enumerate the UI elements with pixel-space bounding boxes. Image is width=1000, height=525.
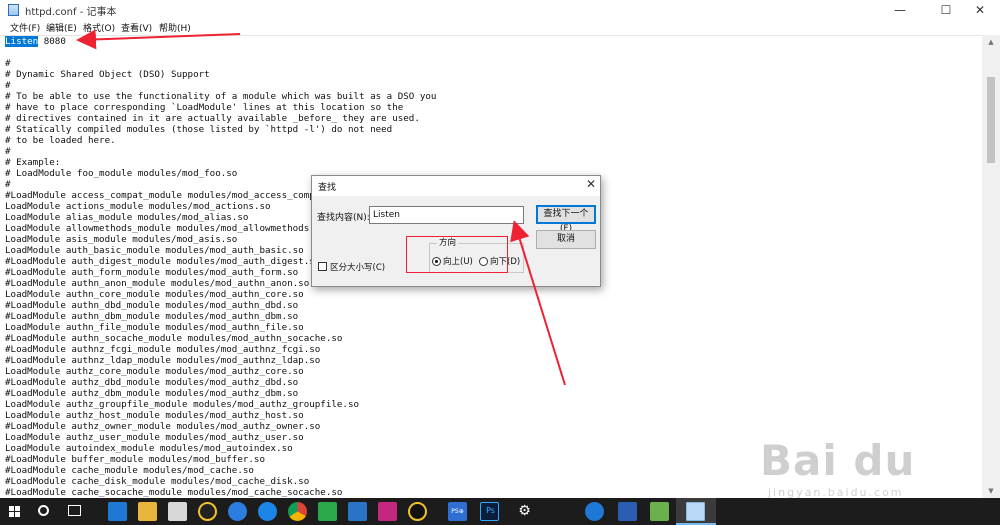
cortana-search-icon[interactable]: [38, 505, 49, 516]
baidu-netdisk-icon[interactable]: [228, 502, 247, 521]
menu-edit[interactable]: 编辑(E): [46, 21, 77, 34]
notepad-taskbar-icon[interactable]: [686, 502, 705, 521]
feishu-icon[interactable]: [258, 502, 277, 521]
window-title: httpd.conf - 记事本: [25, 7, 117, 18]
selected-text: Listen: [5, 36, 39, 47]
notepad-icon: [8, 4, 19, 16]
word-icon[interactable]: [618, 502, 637, 521]
find-dialog-close-icon[interactable]: ✕: [586, 177, 596, 191]
ie-icon[interactable]: [585, 502, 604, 521]
menu-format[interactable]: 格式(O): [83, 21, 115, 34]
find-next-button[interactable]: 查找下一个(F): [536, 205, 596, 234]
vertical-scrollbar[interactable]: ▲: [982, 35, 1000, 498]
menu-view[interactable]: 查看(V): [121, 21, 152, 34]
mail-icon[interactable]: [168, 502, 187, 521]
pm-app-icon[interactable]: PS⊕: [448, 502, 467, 521]
task-view-icon[interactable]: [68, 505, 81, 516]
vscode-icon[interactable]: [348, 502, 367, 521]
scroll-up-arrow-icon[interactable]: ▲: [982, 35, 1000, 49]
find-what-label: 查找内容(N):: [317, 213, 370, 223]
scrollbar-thumb[interactable]: [987, 77, 995, 163]
mediaplayer-icon[interactable]: [318, 502, 337, 521]
baidu-watermark: Bai du jingyan.baidu.com: [760, 436, 960, 506]
settings-gear-icon[interactable]: ⚙: [515, 502, 534, 521]
editor-app-icon[interactable]: [650, 502, 669, 521]
menu-bar: 文件(F) 编辑(E) 格式(O) 查看(V) 帮助(H): [0, 20, 1000, 35]
file-explorer-icon[interactable]: [138, 502, 157, 521]
title-bar: httpd.conf - 记事本 — ☐ ✕: [0, 0, 1000, 20]
find-what-input[interactable]: [369, 206, 524, 224]
minimize-button[interactable]: —: [880, 0, 920, 20]
taskbar: PS⊕ Ps ⚙: [0, 498, 1000, 525]
annotation-highlight-box: [406, 236, 508, 273]
match-case-checkbox[interactable]: [318, 262, 327, 271]
cancel-button[interactable]: 取消: [536, 230, 596, 249]
menu-help[interactable]: 帮助(H): [159, 21, 191, 34]
edge-icon[interactable]: [108, 502, 127, 521]
photoshop-icon[interactable]: Ps: [480, 502, 499, 521]
photoshop-text: Ps: [486, 506, 495, 515]
pm-app-text: PS⊕: [451, 508, 464, 515]
windows-start-icon[interactable]: [9, 506, 21, 518]
pen-tool-icon[interactable]: [378, 502, 397, 521]
first-line-rest: 8080: [38, 36, 66, 47]
find-dialog-titlebar: 查找 ✕: [312, 176, 600, 196]
scroll-down-arrow-icon[interactable]: ▼: [982, 484, 1000, 498]
chrome-icon[interactable]: [288, 502, 307, 521]
tim-icon[interactable]: [408, 502, 427, 521]
watermark-logo: Bai du: [760, 436, 916, 485]
menu-file[interactable]: 文件(F): [10, 21, 40, 34]
find-dialog-title: 查找: [318, 183, 337, 193]
match-case-label[interactable]: 区分大小写(C): [330, 261, 385, 273]
qq-icon[interactable]: [198, 502, 217, 521]
close-button[interactable]: ✕: [960, 0, 1000, 20]
